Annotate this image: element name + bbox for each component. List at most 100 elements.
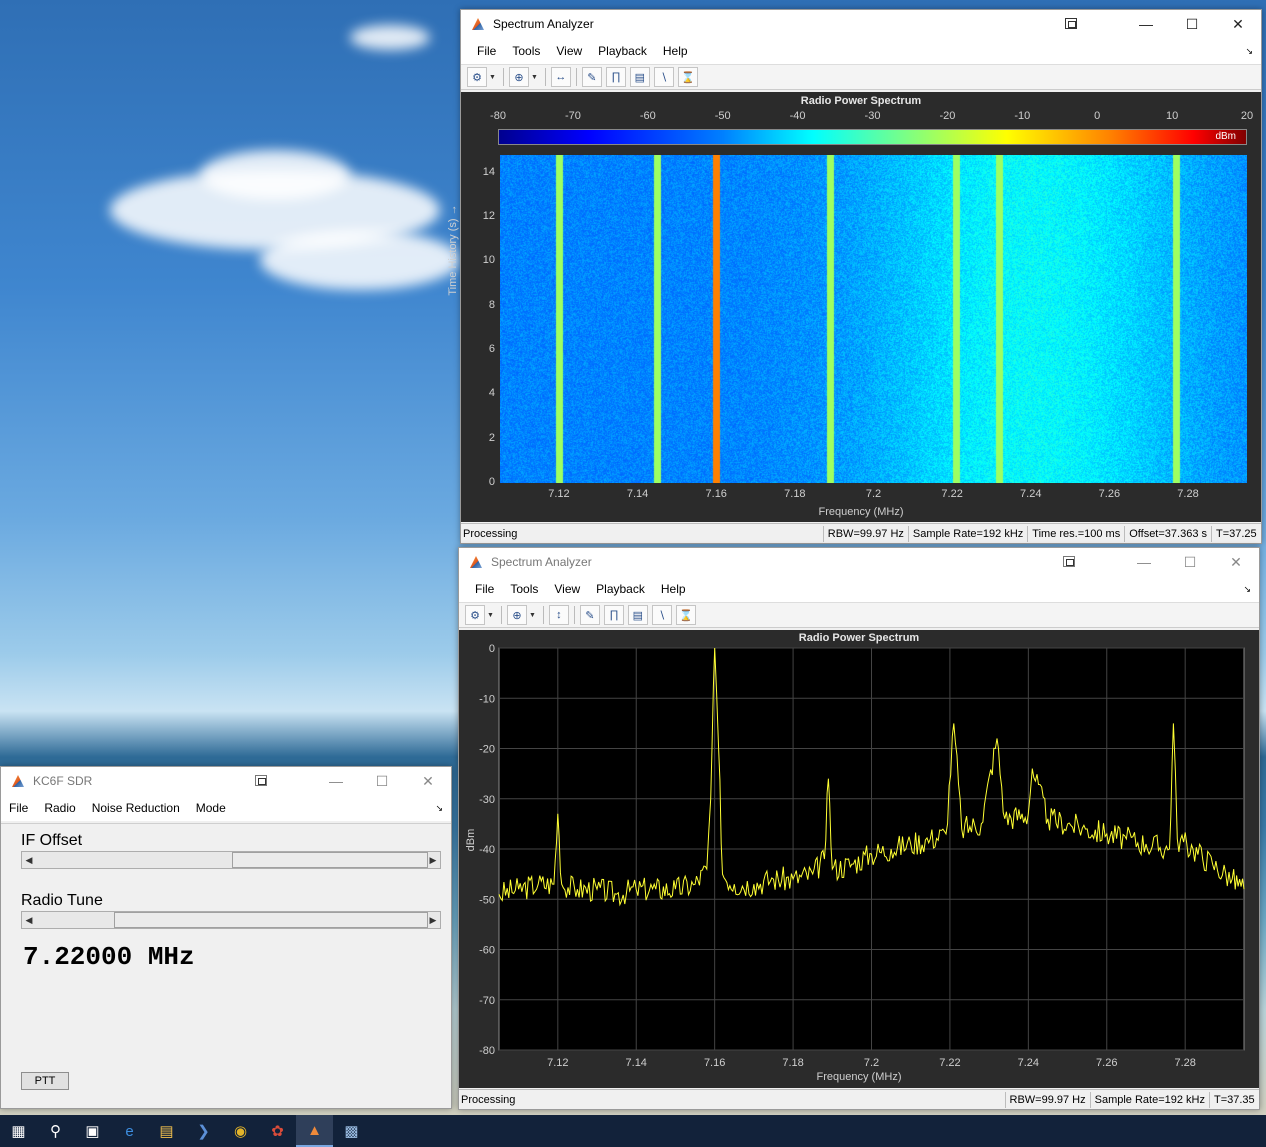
ccdf-measurements-icon[interactable]: ∖ <box>651 605 672 625</box>
spectrogram-window: Spectrum Analyzer — ☐ ✕ File Tools View … <box>447 9 1262 544</box>
slider-right-arrow-icon[interactable]: ▶ <box>426 912 440 928</box>
slider-left-arrow-icon[interactable]: ◀ <box>22 912 36 928</box>
menu-view[interactable]: View <box>546 582 588 596</box>
zoom-in-icon[interactable]: ⊕ <box>508 67 529 87</box>
plot-title: Radio Power Spectrum <box>800 95 922 107</box>
matlab-icon <box>471 17 485 31</box>
powershell-icon[interactable]: ❯ <box>185 1115 222 1147</box>
y-tick-label: -50 <box>479 894 495 906</box>
dropdown-icon[interactable]: ▼ <box>531 74 538 81</box>
spectrogram-image <box>500 155 1247 483</box>
window-title: KC6F SDR <box>33 774 93 788</box>
channel-measurements-icon[interactable]: ∏ <box>603 605 624 625</box>
y-tick-label: -40 <box>479 844 495 856</box>
distortion-measurements-icon[interactable]: ▤ <box>629 67 650 87</box>
zoom-in-icon[interactable]: ⊕ <box>506 605 527 625</box>
dropdown-icon[interactable]: ▼ <box>487 612 494 619</box>
slider-thumb[interactable] <box>232 852 428 868</box>
task-view-icon[interactable]: ▣ <box>74 1115 111 1147</box>
undock-arrow-icon[interactable]: ↘ <box>1243 584 1251 595</box>
menu-noise-reduction[interactable]: Noise Reduction <box>84 801 188 815</box>
y-tick-label: 12 <box>482 210 495 223</box>
matlab-icon[interactable]: ▲ <box>296 1115 333 1147</box>
close-button[interactable]: ✕ <box>1213 548 1259 576</box>
x-tick-label: 7.18 <box>782 1057 803 1069</box>
remote-desktop-icon[interactable]: ▩ <box>333 1115 370 1147</box>
dropdown-icon[interactable]: ▼ <box>489 74 496 81</box>
menu-playback[interactable]: Playback <box>588 582 653 596</box>
chrome-icon[interactable]: ◉ <box>222 1115 259 1147</box>
colorbar-unit: dBm <box>1215 131 1236 142</box>
undock-icon[interactable] <box>255 775 267 786</box>
undock-arrow-icon[interactable]: ↘ <box>435 803 443 814</box>
cursor-measurements-icon[interactable]: ⌛ <box>675 605 696 625</box>
slider-left-arrow-icon[interactable]: ◀ <box>22 852 36 868</box>
offset-status: Offset=37.363 s <box>1124 525 1211 542</box>
ccdf-measurements-icon[interactable]: ∖ <box>653 67 674 87</box>
close-button[interactable]: ✕ <box>1215 10 1261 38</box>
cursor-measurements-icon[interactable]: ⌛ <box>677 67 698 87</box>
colorbar-tick-label: 0 <box>1094 110 1101 122</box>
radio-tune-slider[interactable]: ◀ ▶ <box>21 911 441 929</box>
undock-arrow-icon[interactable]: ↘ <box>1245 46 1253 57</box>
statusbar: Processing RBW=99.97 Hz Sample Rate=192 … <box>461 523 1261 543</box>
file-explorer-icon[interactable]: ▤ <box>148 1115 185 1147</box>
edit-settings-icon[interactable]: ✎ <box>581 67 602 87</box>
slider-right-arrow-icon[interactable]: ▶ <box>426 852 440 868</box>
edge-icon[interactable]: e <box>111 1115 148 1147</box>
colorbar-tick-label: -50 <box>714 110 731 122</box>
menu-file[interactable]: File <box>467 582 502 596</box>
menu-tools[interactable]: Tools <box>504 44 548 58</box>
ptt-button[interactable]: PTT <box>21 1072 69 1090</box>
scale-axes-icon[interactable]: ↕ <box>548 605 569 625</box>
dropdown-icon[interactable]: ▼ <box>529 612 536 619</box>
x-tick-label: 7.12 <box>547 1057 568 1069</box>
app-icon[interactable]: ✿ <box>259 1115 296 1147</box>
maximize-button[interactable]: ☐ <box>1167 548 1213 576</box>
colorbar-tick-label: -60 <box>639 110 656 122</box>
spectrum-plot: 7.12 7.14 7.16 7.18 7.2 7.22 7.24 7.26 7.28 0 -10 -… <box>479 643 1245 1069</box>
menu-radio[interactable]: Radio <box>36 801 83 815</box>
minimize-button[interactable]: — <box>313 767 359 795</box>
y-tick-label: 2 <box>488 431 495 444</box>
menu-mode[interactable]: Mode <box>188 801 234 815</box>
x-tick-label: 7.2 <box>864 1057 879 1069</box>
slider-thumb[interactable] <box>114 912 428 928</box>
frequency-readout: 7.22000 MHz <box>23 942 195 972</box>
scale-axes-icon[interactable]: ↔ <box>550 67 571 87</box>
sdr-window: KC6F SDR — ☐ ✕ File Radio Noise Reductio… <box>0 766 452 1109</box>
minimize-button[interactable]: — <box>1121 548 1167 576</box>
menu-help[interactable]: Help <box>655 44 696 58</box>
windows-start-icon[interactable]: ▦ <box>0 1115 37 1147</box>
search-icon[interactable]: ⚲ <box>37 1115 74 1147</box>
titlebar: KC6F SDR — ☐ ✕ <box>1 767 451 795</box>
minimize-button[interactable]: — <box>1123 10 1169 38</box>
edit-settings-icon[interactable]: ✎ <box>579 605 600 625</box>
settings-icon[interactable]: ⚙ <box>467 67 487 87</box>
menu-help[interactable]: Help <box>653 582 694 596</box>
menu-file[interactable]: File <box>469 44 504 58</box>
x-tick-label: 7.24 <box>1018 1057 1039 1069</box>
close-button[interactable]: ✕ <box>405 767 451 795</box>
undock-icon[interactable] <box>1063 556 1075 567</box>
spectrum-pane: Radio Power Spectrum 7.12 7.14 7.16 7.18 7.2… <box>459 630 1259 1088</box>
status-text: Processing <box>461 1093 516 1106</box>
maximize-button[interactable]: ☐ <box>1169 10 1215 38</box>
undock-icon[interactable] <box>1065 18 1077 29</box>
colorbar-tick-label: -40 <box>789 110 806 122</box>
radio-tune-label: Radio Tune <box>21 892 103 909</box>
y-tick-label: 0 <box>488 476 495 488</box>
titlebar: Spectrum Analyzer — ☐ ✕ <box>461 10 1261 38</box>
settings-icon[interactable]: ⚙ <box>465 605 485 625</box>
menu-playback[interactable]: Playback <box>590 44 655 58</box>
maximize-button[interactable]: ☐ <box>359 767 405 795</box>
menu-view[interactable]: View <box>548 44 590 58</box>
matlab-icon <box>469 555 483 569</box>
matlab-icon <box>11 774 25 788</box>
distortion-measurements-icon[interactable]: ▤ <box>627 605 648 625</box>
menu-file[interactable]: File <box>1 801 36 815</box>
if-offset-slider[interactable]: ◀ ▶ <box>21 851 441 869</box>
channel-measurements-icon[interactable]: ∏ <box>605 67 626 87</box>
x-tick-label: 7.18 <box>784 488 806 500</box>
menu-tools[interactable]: Tools <box>502 582 546 596</box>
